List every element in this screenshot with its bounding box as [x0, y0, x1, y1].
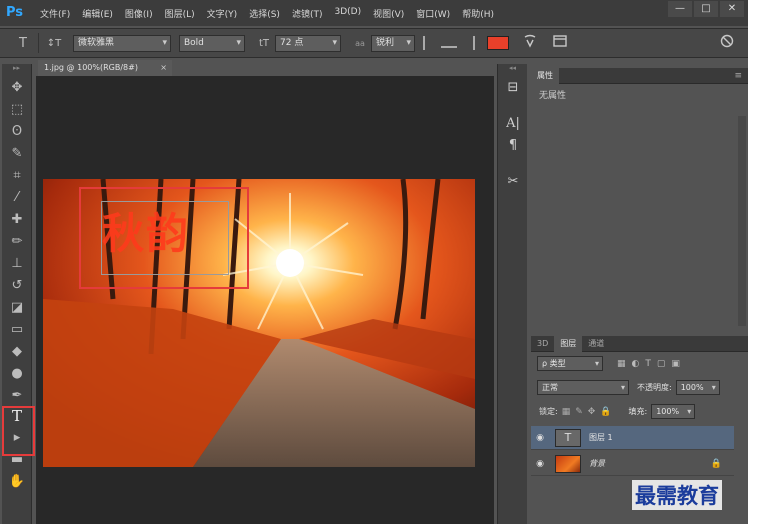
- warp-text-icon[interactable]: [519, 34, 541, 52]
- dodge-tool-icon[interactable]: ●: [6, 364, 28, 384]
- history-brush-tool-icon[interactable]: ↺: [6, 276, 28, 296]
- antialias-select[interactable]: 锐利: [371, 34, 415, 52]
- blur-tool-icon[interactable]: ◆: [6, 342, 28, 362]
- photoshop-logo: Ps: [6, 5, 24, 20]
- menu-select[interactable]: 选择(S): [249, 7, 280, 20]
- align-left-button[interactable]: [423, 36, 439, 50]
- canvas-text-layer[interactable]: 秋韵: [102, 200, 190, 261]
- text-layer-thumbnail: T: [555, 428, 581, 447]
- clone-stamp-tool-icon[interactable]: ⊥: [6, 254, 28, 274]
- maximize-button[interactable]: □: [694, 1, 718, 17]
- properties-tabs: 属性 ≡: [531, 67, 748, 84]
- marquee-tool-icon[interactable]: ⬚: [6, 100, 28, 120]
- type-tool-preset-icon[interactable]: T: [12, 36, 34, 51]
- quick-select-tool-icon[interactable]: ✎: [6, 144, 28, 164]
- panel-icons-column: ◂◂ ⊟ A| ¶ ✂: [497, 64, 527, 524]
- font-size-select[interactable]: 72 点: [275, 34, 341, 52]
- tool-presets-icon[interactable]: ✂: [502, 172, 524, 192]
- lock-row: 锁定: ▦✎✥🔒 填充: 100%: [531, 404, 748, 419]
- layer-name: 图层 1: [589, 433, 613, 442]
- blend-row: 正常 不透明度: 100%: [531, 380, 748, 395]
- layer-name: 背景: [589, 459, 605, 468]
- layer-row-text[interactable]: ◉ T 图层 1: [531, 426, 734, 450]
- column-handle[interactable]: ◂◂: [498, 64, 527, 72]
- options-bar: T ↕T 微软雅黑 Bold tT 72 点 aa 锐利: [0, 28, 748, 58]
- document-tab-title: 1.jpg @ 100%(RGB/8#): [44, 63, 138, 72]
- gradient-tool-icon[interactable]: ▭: [6, 320, 28, 340]
- panel-menu-icon[interactable]: ≡: [734, 71, 742, 81]
- character-panel-icon[interactable]: A|: [502, 114, 524, 134]
- tab-properties[interactable]: 属性: [531, 67, 559, 84]
- align-center-button[interactable]: [441, 38, 457, 48]
- layer-filter-row: ρ 类型 ▦◐T▢▣: [531, 356, 748, 371]
- menu-type[interactable]: 文字(Y): [207, 7, 238, 20]
- opacity-field[interactable]: 100%: [675, 380, 720, 395]
- history-panel-icon[interactable]: ⊟: [502, 78, 524, 98]
- tab-layers[interactable]: 图层: [554, 335, 583, 352]
- tab-channels[interactable]: 通道: [582, 336, 610, 352]
- properties-scrollbar[interactable]: [738, 116, 746, 326]
- font-family-select[interactable]: 微软雅黑: [73, 34, 171, 52]
- brush-tool-icon[interactable]: ✏: [6, 232, 28, 252]
- window-controls: — □ ✕: [666, 1, 744, 17]
- lock-label: 锁定:: [539, 407, 558, 416]
- close-document-icon[interactable]: ×: [160, 60, 167, 76]
- menu-filter[interactable]: 滤镜(T): [292, 7, 323, 20]
- eraser-tool-icon[interactable]: ◪: [6, 298, 28, 318]
- properties-message: 无属性: [539, 91, 567, 101]
- pen-tool-icon[interactable]: ✒: [6, 386, 28, 406]
- lock-icon: 🔒: [710, 458, 722, 469]
- move-tool-icon[interactable]: ✥: [6, 78, 28, 98]
- fill-label: 填充:: [628, 407, 648, 416]
- lasso-tool-icon[interactable]: ʘ: [6, 122, 28, 142]
- filter-icons[interactable]: ▦◐T▢▣: [617, 359, 686, 369]
- eyedropper-tool-icon[interactable]: ⁄: [6, 188, 28, 208]
- crop-tool-icon[interactable]: ⌗: [6, 166, 28, 186]
- menu-window[interactable]: 窗口(W): [416, 7, 450, 20]
- menu-edit[interactable]: 编辑(E): [82, 7, 113, 20]
- document-tab[interactable]: 1.jpg @ 100%(RGB/8#) ×: [38, 60, 172, 76]
- close-window-button[interactable]: ✕: [720, 1, 744, 17]
- blend-mode-select[interactable]: 正常: [537, 380, 629, 395]
- lock-icons[interactable]: ▦✎✥🔒: [562, 407, 617, 417]
- visibility-eye-icon[interactable]: ◉: [531, 459, 549, 469]
- toolbar-handle[interactable]: ▸▸: [2, 64, 31, 72]
- fill-field[interactable]: 100%: [651, 404, 696, 419]
- watermark-logo: 最需教育: [632, 480, 722, 510]
- menu-file[interactable]: 文件(F): [40, 7, 70, 20]
- layer-row-background[interactable]: ◉ 背景 🔒: [531, 452, 734, 476]
- menu-help[interactable]: 帮助(H): [462, 7, 494, 20]
- menu-3d[interactable]: 3D(D): [334, 7, 361, 20]
- antialias-icon: aa: [355, 38, 365, 48]
- menu-layer[interactable]: 图层(L): [165, 7, 195, 20]
- font-style-select[interactable]: Bold: [179, 34, 245, 52]
- hand-tool-icon[interactable]: ✋: [6, 472, 28, 492]
- menu-items: 文件(F) 编辑(E) 图像(I) 图层(L) 文字(Y) 选择(S) 滤镜(T…: [40, 7, 506, 20]
- minimize-button[interactable]: —: [668, 1, 692, 17]
- paragraph-panel-icon[interactable]: ¶: [502, 136, 524, 156]
- opacity-label: 不透明度:: [637, 383, 672, 392]
- menu-image[interactable]: 图像(I): [125, 7, 153, 20]
- panels-icon[interactable]: [549, 35, 571, 51]
- menu-view[interactable]: 视图(V): [373, 7, 404, 20]
- properties-panel: 属性 ≡ 无属性: [531, 67, 748, 333]
- background-layer-thumbnail: [555, 454, 581, 473]
- type-tool-highlight: [2, 406, 35, 456]
- tab-3d[interactable]: 3D: [531, 336, 554, 352]
- visibility-eye-icon[interactable]: ◉: [531, 433, 549, 443]
- healing-brush-tool-icon[interactable]: ✚: [6, 210, 28, 230]
- divider: [38, 33, 39, 53]
- text-color-swatch[interactable]: [487, 36, 509, 50]
- photoshop-window: Ps 文件(F) 编辑(E) 图像(I) 图层(L) 文字(Y) 选择(S) 滤…: [0, 0, 748, 524]
- cancel-icon[interactable]: [716, 34, 738, 52]
- layers-tabs: 3D 图层 通道: [531, 335, 748, 352]
- text-orientation-icon[interactable]: ↕T: [43, 38, 65, 49]
- layer-kind-filter[interactable]: ρ 类型: [537, 356, 603, 371]
- font-size-icon: tT: [258, 37, 270, 49]
- menu-bar: Ps 文件(F) 编辑(E) 图像(I) 图层(L) 文字(Y) 选择(S) 滤…: [0, 0, 748, 26]
- align-right-button[interactable]: [459, 36, 475, 50]
